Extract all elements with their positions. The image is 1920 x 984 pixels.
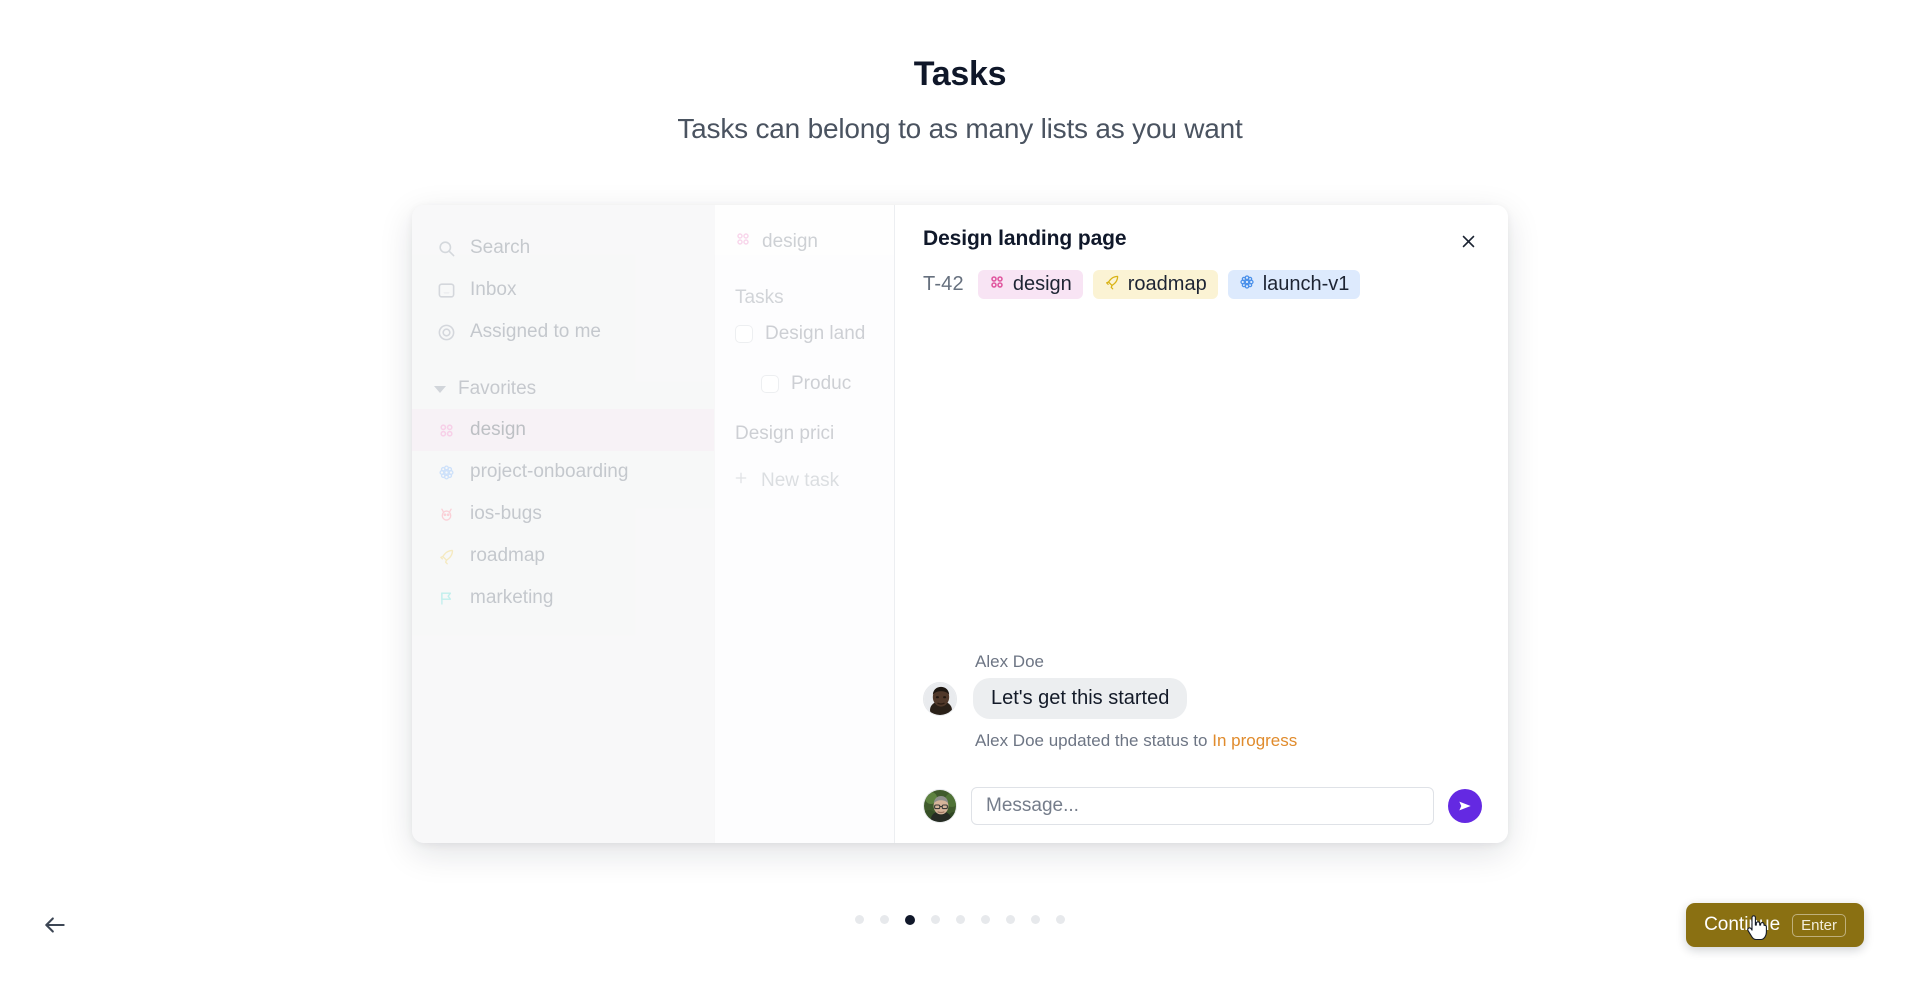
checkbox-icon[interactable] — [735, 325, 753, 343]
list-item-label: Design land — [765, 323, 866, 344]
page-subtitle: Tasks can belong to as many lists as you… — [677, 113, 1243, 144]
four-dots-icon — [436, 420, 456, 440]
tag-design[interactable]: design — [977, 270, 1083, 299]
list-item-label: Produc — [791, 373, 852, 394]
sidebar-item-roadmap[interactable]: roadmap — [412, 535, 714, 577]
sidebar-item-label: marketing — [470, 587, 554, 608]
sidebar: Search Inbox Assigned to me Favorites de… — [412, 205, 714, 843]
sidebar-item-assigned-to-me[interactable]: Assigned to me — [412, 311, 714, 353]
pagination-dot[interactable] — [1031, 915, 1040, 924]
list-item[interactable]: Produc — [715, 359, 894, 409]
comment-row: Let's get this started — [923, 678, 1482, 719]
flower-icon — [436, 462, 456, 482]
sidebar-item-label: Search — [470, 237, 531, 258]
pagination-dot-active[interactable] — [905, 915, 915, 925]
sidebar-item-label: ios-bugs — [470, 503, 542, 524]
pagination-dot[interactable] — [880, 915, 889, 924]
list-item[interactable]: Design prici — [715, 409, 894, 459]
new-task-label: New task — [761, 470, 840, 491]
tag-label: launch-v1 — [1262, 273, 1350, 295]
rocket-icon — [436, 546, 456, 566]
app-preview-card: Search Inbox Assigned to me Favorites de… — [412, 205, 1508, 843]
target-icon — [436, 322, 456, 342]
list-section-label: Tasks — [735, 287, 784, 308]
sidebar-item-label: project-onboarding — [470, 461, 629, 482]
task-list-column: design Tasks Design land Produc Design p… — [714, 205, 894, 843]
sidebar-item-marketing[interactable]: marketing — [412, 577, 714, 619]
pagination-dot[interactable] — [981, 915, 990, 924]
flag-icon — [436, 588, 456, 608]
message-input[interactable] — [971, 787, 1434, 825]
detail-spacer — [923, 299, 1482, 652]
sidebar-group-label: Favorites — [458, 378, 537, 399]
pagination-dot[interactable] — [931, 915, 940, 924]
inbox-icon — [436, 280, 456, 300]
pagination-dot[interactable] — [956, 915, 965, 924]
send-button[interactable] — [1448, 789, 1482, 823]
continue-button[interactable]: Continue Enter — [1686, 903, 1864, 947]
avatar — [923, 789, 957, 823]
list-header-label: design — [762, 231, 818, 252]
list-item[interactable]: Design land — [715, 309, 894, 359]
new-task-button[interactable]: New task — [715, 459, 894, 503]
list-item-label: Design prici — [735, 423, 835, 444]
four-dots-icon — [989, 273, 1005, 296]
sidebar-group-favorites[interactable]: Favorites — [412, 369, 714, 409]
task-title: Design landing page — [923, 227, 1127, 250]
page-title: Tasks — [913, 55, 1007, 93]
sidebar-item-label: Inbox — [470, 279, 517, 300]
rocket-icon — [1104, 273, 1120, 296]
back-button[interactable] — [36, 906, 74, 944]
task-detail-panel: Design landing page T-42 design roadmap … — [894, 205, 1508, 843]
sidebar-item-search[interactable]: Search — [412, 227, 714, 269]
sidebar-item-label: roadmap — [470, 545, 545, 566]
tag-label: design — [1012, 273, 1072, 295]
pagination-dot[interactable] — [1056, 915, 1065, 924]
onboarding-screen: Tasks Tasks can belong to as many lists … — [0, 0, 1920, 984]
continue-shortcut-badge: Enter — [1792, 913, 1846, 937]
bug-icon — [436, 504, 456, 524]
continue-label: Continue — [1704, 914, 1781, 935]
chevron-down-icon — [434, 385, 446, 393]
status-badge: In progress — [1212, 731, 1298, 750]
task-detail-header: Design landing page — [923, 227, 1482, 255]
close-icon[interactable] — [1454, 227, 1482, 255]
pagination-dot[interactable] — [855, 915, 864, 924]
sidebar-item-label: Assigned to me — [470, 321, 601, 342]
sidebar-item-design[interactable]: design — [412, 409, 714, 451]
checkbox-icon[interactable] — [761, 375, 779, 393]
sidebar-item-project-onboarding[interactable]: project-onboarding — [412, 451, 714, 493]
comment-thread: Alex Doe Let's get this started Alex Doe… — [923, 652, 1482, 751]
pagination-dot[interactable] — [1006, 915, 1015, 924]
sidebar-item-ios-bugs[interactable]: ios-bugs — [412, 493, 714, 535]
pagination-dots — [0, 915, 1920, 925]
list-header: design — [715, 227, 894, 257]
search-icon — [436, 238, 456, 258]
tag-roadmap[interactable]: roadmap — [1092, 270, 1218, 299]
status-update-line: Alex Doe updated the status to In progre… — [975, 731, 1482, 751]
status-update-text: Alex Doe updated the status to — [975, 731, 1213, 750]
task-id: T-42 — [923, 273, 964, 295]
tag-launch-v1[interactable]: launch-v1 — [1227, 270, 1361, 299]
sidebar-item-inbox[interactable]: Inbox — [412, 269, 714, 311]
sidebar-item-label: design — [470, 419, 526, 440]
message-composer — [923, 787, 1482, 825]
comment-bubble: Let's get this started — [973, 678, 1188, 719]
task-meta-row: T-42 design roadmap launch-v1 — [923, 270, 1482, 299]
comment-author: Alex Doe — [975, 652, 1044, 671]
plus-icon — [733, 470, 749, 492]
tag-label: roadmap — [1127, 273, 1207, 295]
avatar — [923, 681, 957, 716]
four-dots-icon — [735, 231, 751, 253]
flower-icon — [1239, 273, 1255, 296]
